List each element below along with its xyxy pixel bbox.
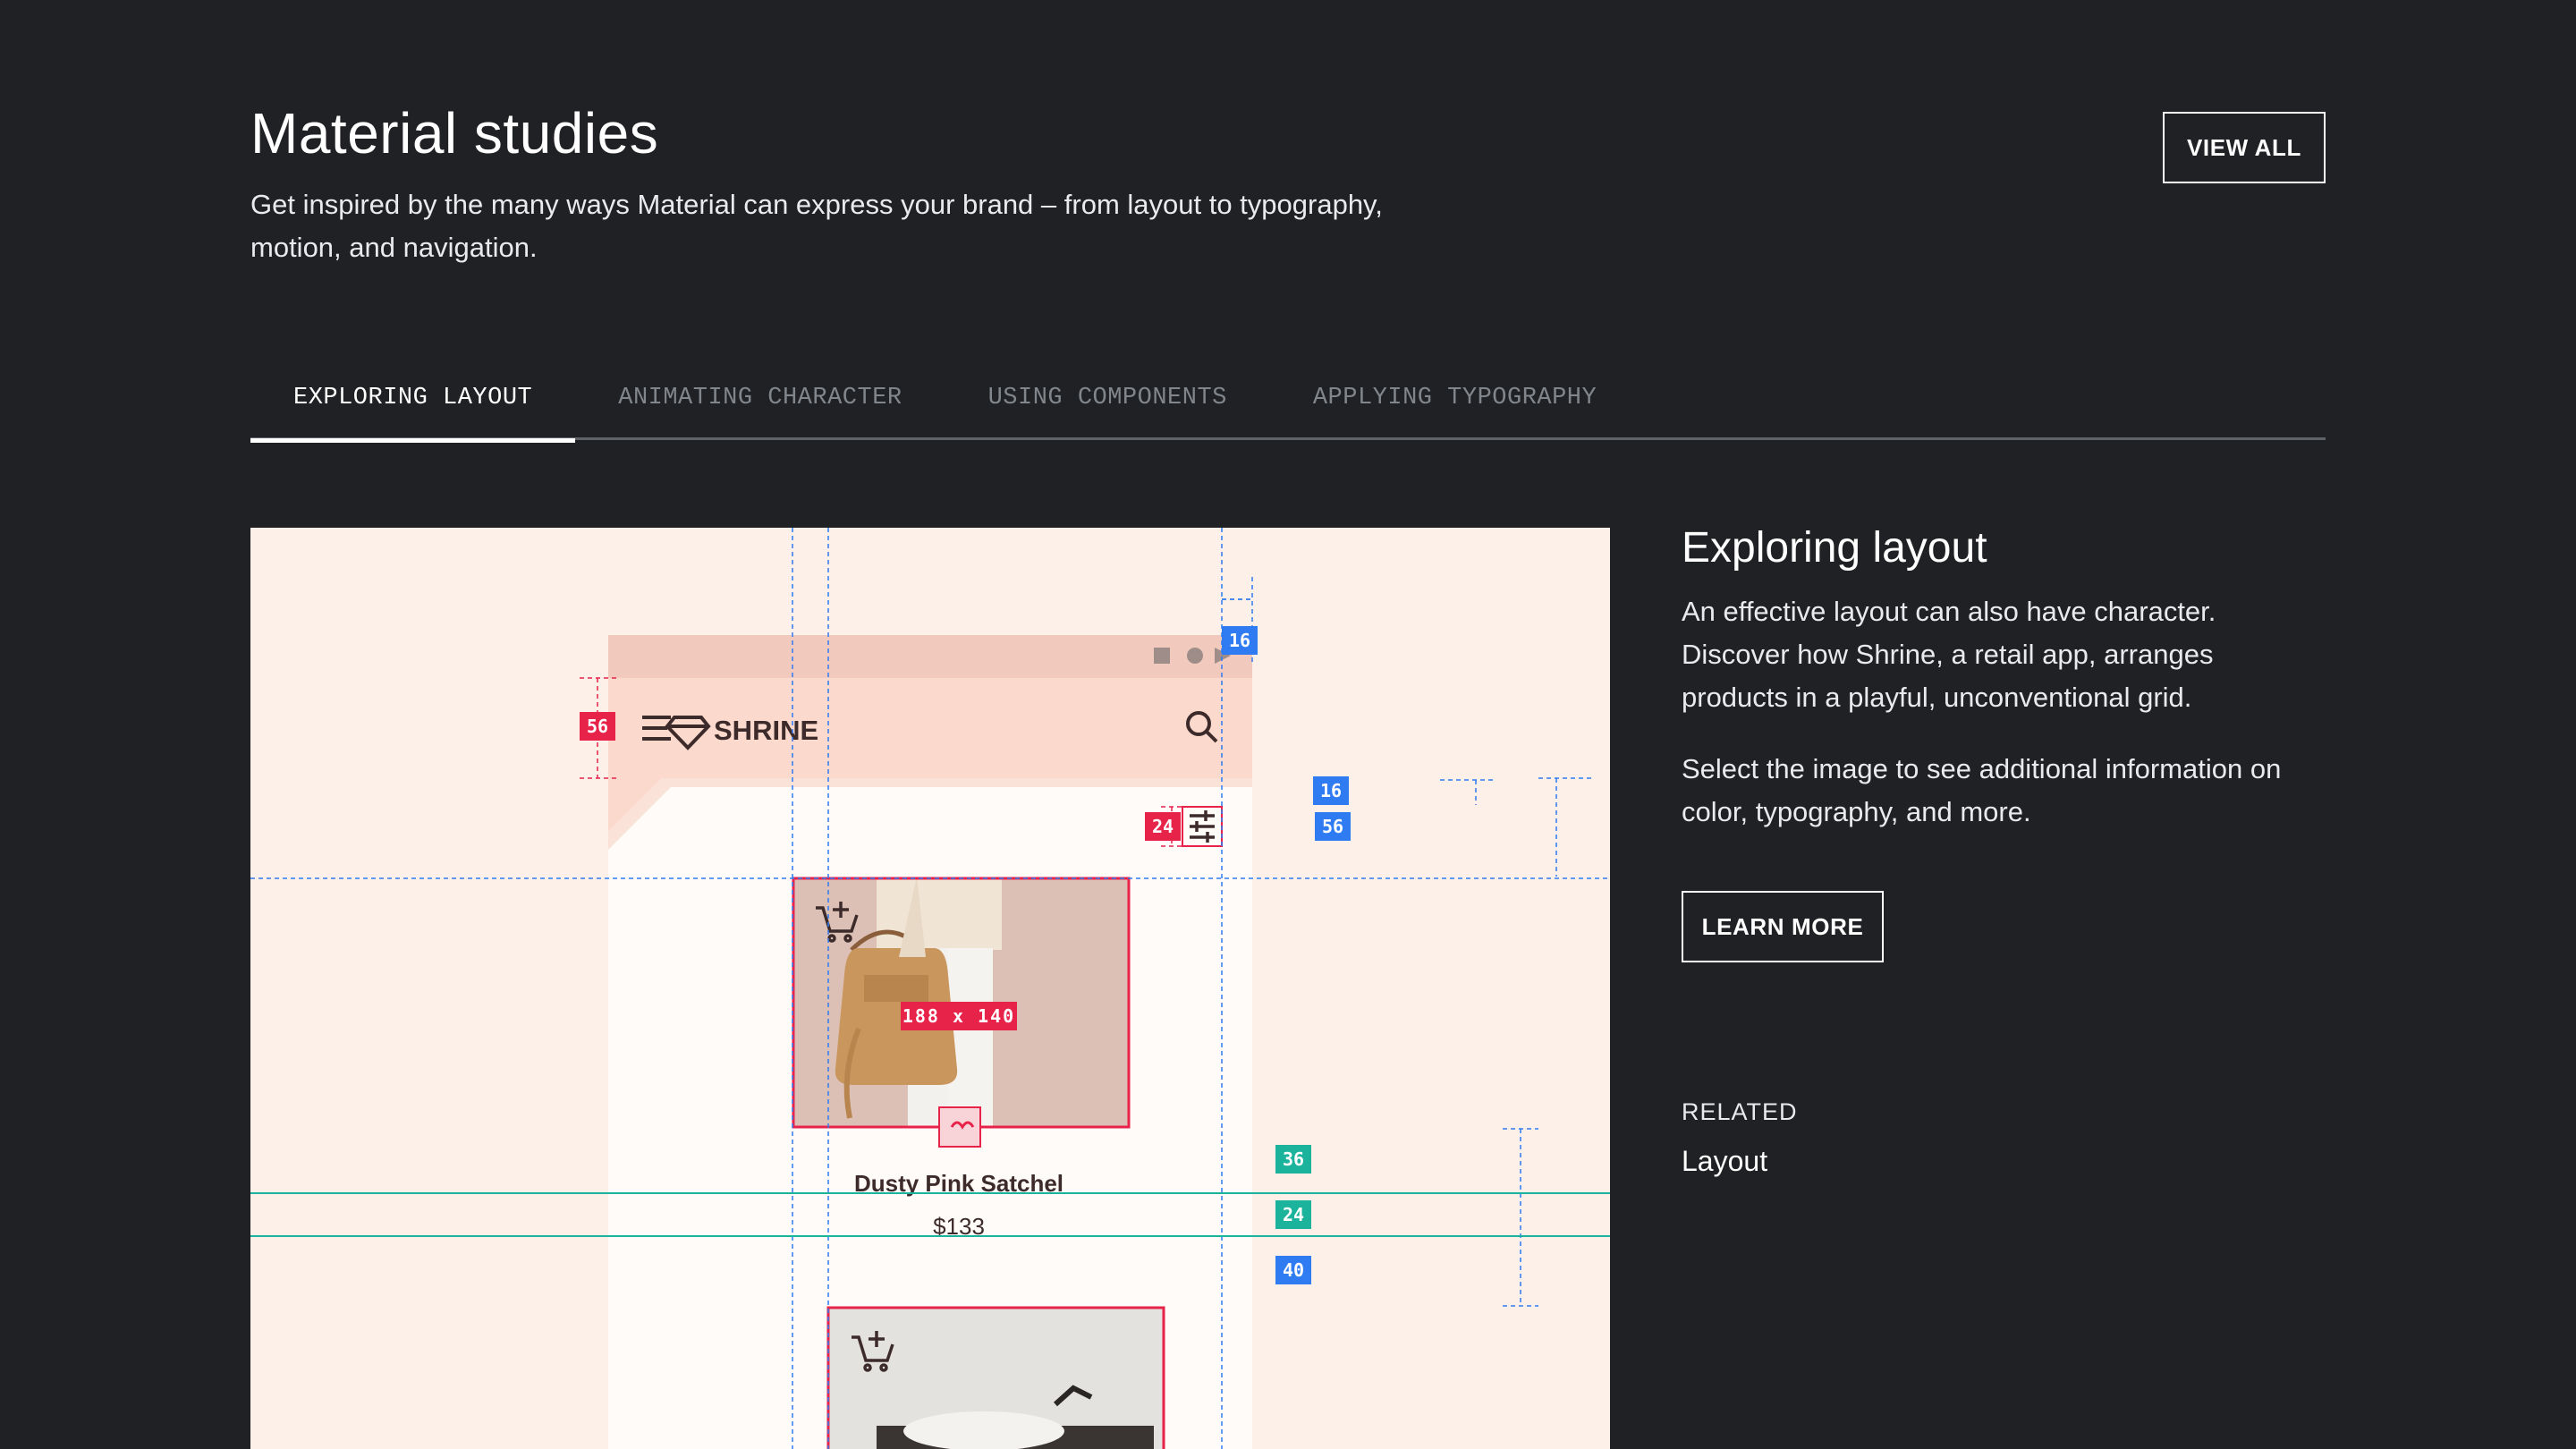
related-label: RELATED	[1682, 1098, 1798, 1125]
product-card-turntable	[826, 1306, 1165, 1449]
spec-bottom-gap: 40	[1283, 1259, 1304, 1281]
related-link-layout[interactable]: Layout	[1682, 1145, 1767, 1178]
study-tabs: EXPLORING LAYOUT ANIMATING CHARACTER USI…	[250, 376, 2326, 443]
window-circle-icon	[1187, 648, 1203, 664]
section-description: An effective layout can also have charac…	[1682, 596, 2216, 713]
tab-applying-typography[interactable]: APPLYING TYPOGRAPHY	[1270, 376, 1640, 440]
shrine-layout-study-image[interactable]: SHRINE 188 x 140 Dusty Pink Satchel $133…	[250, 528, 1610, 1449]
spec-text-gap-b: 24	[1283, 1204, 1304, 1225]
learn-more-button[interactable]: LEARN MORE	[1682, 891, 1884, 962]
brand-name: SHRINE	[714, 715, 818, 746]
tab-animating-character[interactable]: ANIMATING CHARACTER	[575, 376, 945, 440]
spec-appbar-height: 56	[587, 716, 608, 737]
spec-right-margin: 16	[1320, 780, 1342, 801]
page-description: Get inspired by the many ways Material c…	[250, 189, 1383, 263]
spec-filter-gap: 24	[1152, 816, 1174, 837]
layout-illustration: SHRINE 188 x 140 Dusty Pink Satchel $133…	[250, 528, 1610, 1449]
image-size-label: 188 x 140	[902, 1005, 1015, 1027]
window-square-icon	[1154, 648, 1170, 664]
section-title: Exploring layout	[1682, 524, 1987, 572]
view-all-button[interactable]: VIEW ALL	[2163, 112, 2326, 183]
page-title: Material studies	[250, 101, 659, 165]
spec-top-margin: 16	[1229, 630, 1250, 651]
spec-right-height: 56	[1322, 816, 1343, 837]
favorite-marker-icon	[938, 1106, 981, 1148]
tab-using-components[interactable]: USING COMPONENTS	[945, 376, 1270, 440]
tab-exploring-layout[interactable]: EXPLORING LAYOUT	[250, 376, 576, 443]
section-instruction: Select the image to see additional infor…	[1682, 753, 2282, 827]
spec-text-gap-a: 36	[1283, 1148, 1304, 1170]
